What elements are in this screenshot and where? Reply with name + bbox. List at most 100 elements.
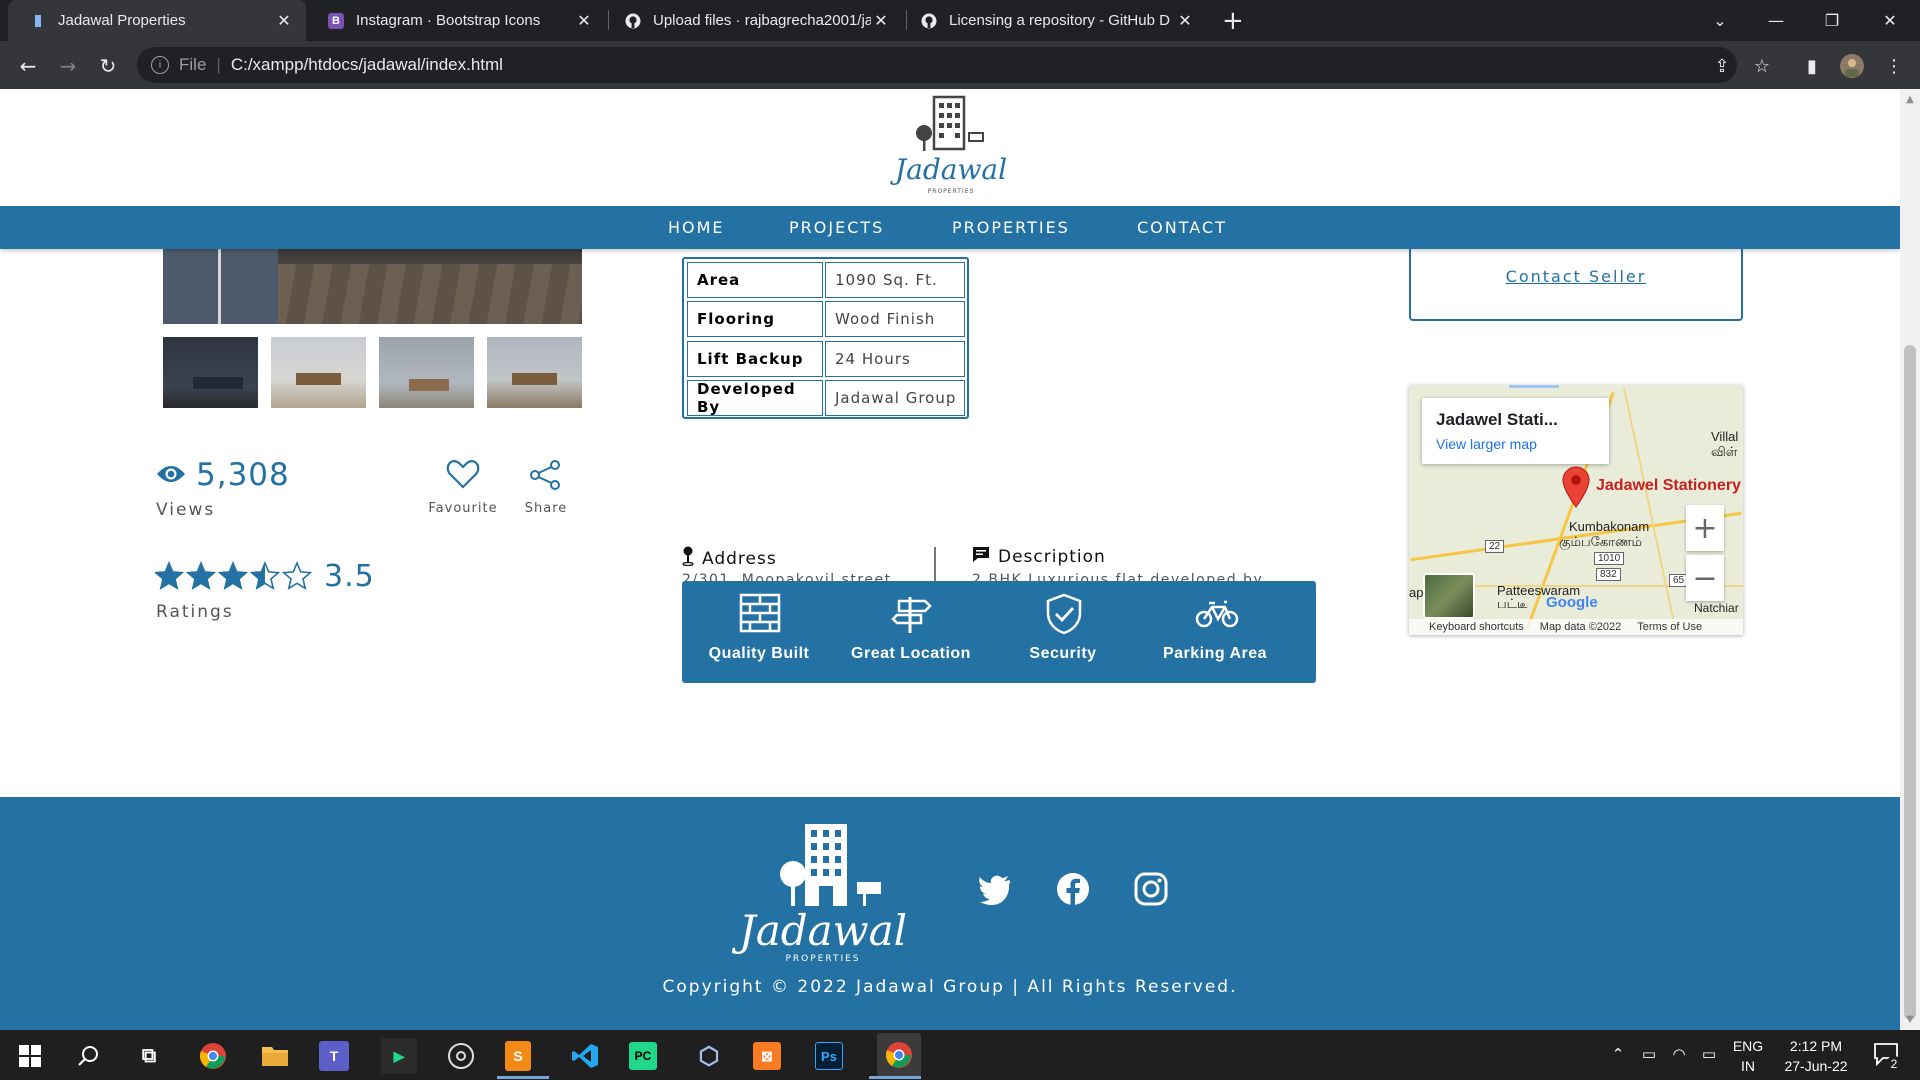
map-town-tamil-label: பட்டீ	[1497, 596, 1528, 611]
pycharm-edu-app-icon[interactable]: ▶	[381, 1038, 417, 1074]
bookmark-star-icon[interactable]: ☆	[1748, 52, 1776, 80]
github-favicon-icon	[921, 13, 937, 29]
web-page: Area 1090 Sq. Ft. Flooring Wood Finish L…	[0, 89, 1900, 1030]
map-zoom-in-button[interactable]: +	[1686, 505, 1724, 551]
reload-icon[interactable]: ↻	[94, 52, 122, 80]
clock[interactable]: 2:12 PM 27-Jun-22	[1776, 1036, 1856, 1076]
windows-start-icon[interactable]	[12, 1038, 48, 1074]
star-icon	[217, 560, 249, 591]
close-window-icon[interactable]: ✕	[1862, 0, 1918, 41]
site-info-icon[interactable]: i	[151, 56, 169, 74]
map-marker-icon[interactable]	[1561, 466, 1591, 512]
tray-chevron-up-icon[interactable]: ⌃	[1607, 1043, 1629, 1065]
new-tab-icon[interactable]: +	[1222, 6, 1244, 36]
close-tab-icon[interactable]: ✕	[1175, 11, 1195, 31]
favourite-label[interactable]: Favourite	[423, 501, 503, 516]
chrome-active-app-icon[interactable]	[877, 1033, 921, 1077]
vscode-app-icon[interactable]	[567, 1038, 603, 1074]
share-page-icon[interactable]: ⇪	[1708, 52, 1736, 80]
map-road	[1509, 385, 1559, 388]
tab-jadawal-properties[interactable]: Jadawal Properties ✕	[8, 0, 306, 41]
gallery-thumbnail-2[interactable]	[271, 337, 366, 408]
jadawal-favicon-icon	[30, 13, 46, 29]
obs-app-icon[interactable]	[443, 1038, 479, 1074]
share-label[interactable]: Share	[506, 501, 586, 516]
feature-label: Quality Built	[708, 645, 810, 662]
teams-app-icon[interactable]: T	[319, 1041, 349, 1071]
gallery-thumbnail-3[interactable]	[379, 337, 474, 408]
battery-icon[interactable]: ▭	[1698, 1043, 1720, 1065]
map-terms-link[interactable]: Terms of Use	[1637, 621, 1702, 633]
pycharm-app-icon[interactable]: PC	[629, 1042, 657, 1070]
facebook-icon[interactable]	[1056, 872, 1090, 906]
scrollbar-thumb[interactable]	[1904, 345, 1916, 1020]
footer-logo-subtext: PROPERTIES	[785, 954, 861, 964]
address-heading: Address	[682, 546, 777, 571]
map-route-shield: 22	[1485, 540, 1505, 553]
map-route-shield: 832	[1596, 568, 1621, 581]
map-edge-label: ap	[1409, 585, 1424, 600]
xampp-app-icon[interactable]: ⊠	[753, 1042, 781, 1070]
heart-icon[interactable]	[446, 459, 480, 493]
nav-projects[interactable]: PROJECTS	[789, 218, 884, 237]
profile-avatar[interactable]	[1838, 52, 1866, 80]
language-bottom: IN	[1741, 1058, 1755, 1074]
sublime-text-app-icon[interactable]: S	[505, 1041, 531, 1071]
chrome-menu-icon[interactable]: ⋮	[1880, 52, 1908, 80]
notification-count: 2	[1886, 1056, 1902, 1072]
forward-icon[interactable]: →	[54, 52, 82, 80]
virtualbox-app-icon[interactable]: ⬡	[691, 1038, 727, 1074]
address-heading-text: Address	[702, 548, 777, 569]
nav-home[interactable]: HOME	[668, 218, 725, 237]
tab-upload-files[interactable]: Upload files · rajbagrecha2001/ja ✕	[603, 0, 903, 41]
spec-label-flooring: Flooring	[687, 301, 823, 337]
tab-search-chevron-icon[interactable]: ⌄	[1692, 0, 1748, 41]
language-indicator[interactable]: ENG IN	[1728, 1036, 1768, 1076]
close-tab-icon[interactable]: ✕	[871, 11, 891, 31]
share-icon[interactable]	[528, 459, 562, 495]
instagram-icon[interactable]	[1134, 872, 1168, 906]
contact-seller-link[interactable]: Contact Seller	[1411, 267, 1741, 286]
map-zoom-out-button[interactable]: −	[1686, 555, 1724, 601]
task-view-icon[interactable]: ⧉	[131, 1038, 167, 1074]
close-tab-icon[interactable]: ✕	[574, 11, 594, 31]
spec-label-developed-by: Developed By	[687, 380, 823, 416]
back-icon[interactable]: ←	[14, 52, 42, 80]
gallery-thumbnail-4[interactable]	[487, 337, 582, 408]
map-keyboard-shortcuts[interactable]: Keyboard shortcuts	[1429, 621, 1524, 633]
footer-logo-text: Jadawal	[738, 906, 908, 955]
tab-title: Upload files · rajbagrecha2001/ja	[653, 12, 871, 29]
photoshop-app-icon[interactable]: Ps	[815, 1042, 843, 1070]
file-explorer-icon[interactable]	[257, 1038, 293, 1074]
wifi-icon[interactable]: ◠	[1668, 1043, 1690, 1065]
scroll-up-icon[interactable]: ▲	[1904, 94, 1916, 105]
map-place-title: Jadawel Stati...	[1436, 410, 1558, 429]
tray-device-icon[interactable]: ▭	[1638, 1043, 1660, 1065]
thumb-table	[512, 373, 557, 385]
gallery-thumbnail-1[interactable]	[163, 337, 258, 408]
side-panel-icon[interactable]: ▮	[1798, 52, 1826, 80]
address-url[interactable]: C:/xampp/htdocs/jadawal/index.html	[231, 55, 503, 75]
address-bar[interactable]: i File | C:/xampp/htdocs/jadawal/index.h…	[137, 47, 1737, 83]
map-road	[1623, 387, 1677, 633]
twitter-icon[interactable]	[978, 872, 1012, 906]
close-tab-icon[interactable]: ✕	[274, 11, 294, 31]
property-main-image[interactable]	[163, 249, 582, 324]
minimize-icon[interactable]: —	[1748, 0, 1804, 41]
restore-icon[interactable]: ❐	[1804, 0, 1860, 41]
spec-value-area: 1090 Sq. Ft.	[825, 262, 965, 298]
tab-licensing-repository[interactable]: Licensing a repository - GitHub D ✕	[899, 0, 1207, 41]
scroll-down-icon[interactable]: ▼	[1904, 1014, 1916, 1025]
embedded-map[interactable]: Jadawel Stati... View larger map Jadawel…	[1409, 385, 1743, 635]
tab-instagram-bootstrap-icons[interactable]: B Instagram · Bootstrap Icons ✕	[306, 0, 606, 41]
spec-label-lift-backup: Lift Backup	[687, 341, 823, 377]
nav-properties[interactable]: PROPERTIES	[952, 218, 1070, 237]
nav-contact[interactable]: CONTACT	[1137, 218, 1227, 237]
chrome-app-icon[interactable]	[195, 1038, 231, 1074]
search-icon[interactable]	[70, 1038, 106, 1074]
view-larger-map-link[interactable]: View larger map	[1436, 436, 1537, 452]
site-logo[interactable]: Jadawal PROPERTIES	[878, 95, 1024, 195]
rating-value: 3.5	[324, 559, 375, 594]
copyright-text: Copyright © 2022 Jadawal Group | All Rig…	[662, 977, 1238, 997]
map-satellite-toggle[interactable]	[1423, 573, 1475, 619]
